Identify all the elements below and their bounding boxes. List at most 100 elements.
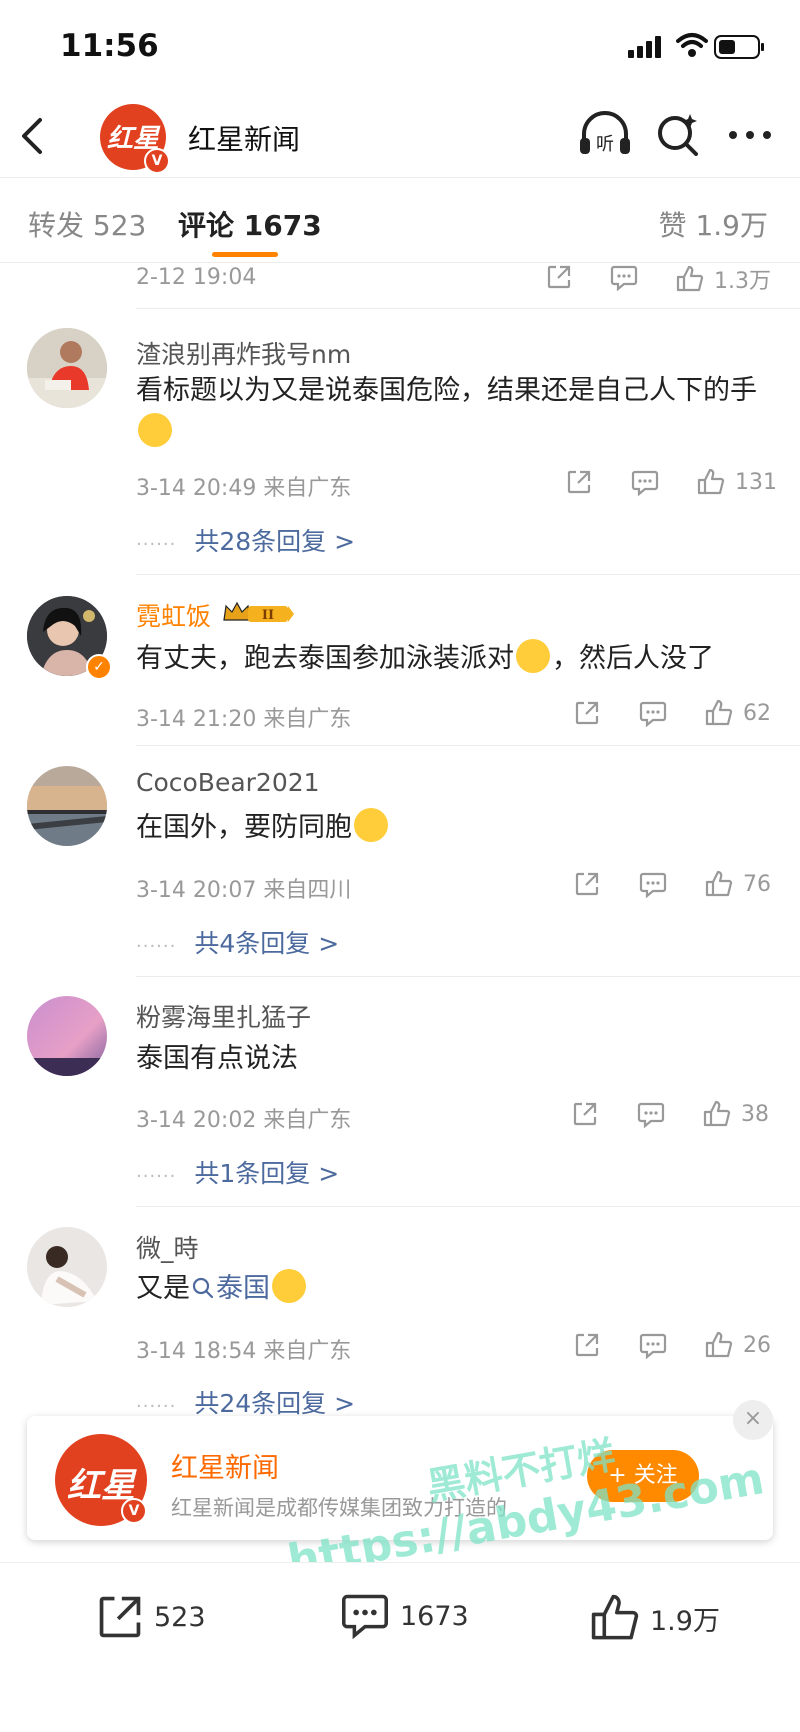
view-replies-link[interactable]: ······ 共4条回复 > xyxy=(136,924,339,960)
tab-comments[interactable]: 评论 1673 xyxy=(178,204,322,244)
comment-text-body: 泰国有点说法 xyxy=(136,1043,298,1074)
like-button[interactable]: 26 xyxy=(705,1331,771,1359)
like-button[interactable]: 131 xyxy=(697,468,777,496)
share-icon[interactable] xyxy=(566,469,592,495)
comment-time: 3-14 20:49 xyxy=(136,476,257,501)
share-icon[interactable] xyxy=(574,1332,600,1358)
tab-bar: 转发 523 评论 1673 赞 1.9万 xyxy=(0,177,800,263)
crying-emoji-icon xyxy=(272,1269,306,1303)
comment-time: 3-14 21:20 xyxy=(136,707,257,732)
verified-badge: V xyxy=(121,1498,147,1524)
replies-count: 共1条回复 > xyxy=(194,1159,340,1188)
user-avatar[interactable] xyxy=(27,996,107,1076)
comment-text-tail: ，然后人没了 xyxy=(552,643,714,674)
comment-time-location: 3-14 18:54 来自广东 xyxy=(136,1333,351,1365)
repost-count: 523 xyxy=(154,1601,206,1633)
share-icon[interactable] xyxy=(546,264,572,290)
comment-text: 在国外，要防同胞 xyxy=(136,807,776,849)
like-button[interactable]: 38 xyxy=(703,1100,769,1128)
avatar-image xyxy=(27,996,107,1076)
vip-level: II xyxy=(262,608,274,623)
more-icon[interactable] xyxy=(728,130,772,140)
account-name[interactable]: 红星新闻 xyxy=(188,118,300,158)
replies-dots: ······ xyxy=(136,1396,177,1417)
status-bar: 11:56 xyxy=(0,0,800,96)
comment-icon[interactable] xyxy=(631,470,659,496)
like-icon xyxy=(591,1594,639,1640)
verified-badge: ✓ xyxy=(86,654,112,680)
comment-time-location: 3-14 20:07 来自四川 xyxy=(136,872,351,904)
active-tab-indicator xyxy=(212,252,278,257)
comment-icon[interactable] xyxy=(610,265,638,291)
like-button[interactable]: 76 xyxy=(705,870,771,898)
user-avatar[interactable] xyxy=(27,1227,107,1307)
like-icon xyxy=(705,870,733,897)
comment-button[interactable]: 1673 xyxy=(340,1593,469,1639)
laughing-tears-emoji-icon xyxy=(354,808,388,842)
view-replies-link[interactable]: ······ 共24条回复 > xyxy=(136,1384,355,1420)
share-icon[interactable] xyxy=(572,1101,598,1127)
like-count: 1.9万 xyxy=(650,1605,720,1637)
headphones-icon[interactable]: 听 xyxy=(578,110,632,158)
comment-icon[interactable] xyxy=(637,1102,665,1128)
repost-button[interactable]: 523 xyxy=(96,1593,206,1641)
comment-time: 3-14 20:02 xyxy=(136,1108,257,1133)
comment-time-location: 3-14 20:49 来自广东 xyxy=(136,470,351,502)
topic-search-link[interactable]: 泰国 xyxy=(190,1273,270,1304)
comment-time-location: 3-14 20:02 来自广东 xyxy=(136,1102,351,1134)
comment-icon[interactable] xyxy=(639,1333,667,1359)
like-count: 131 xyxy=(735,469,777,495)
like-icon xyxy=(676,265,704,292)
avatar-image xyxy=(27,328,107,408)
comment-text: 看标题以为又是说泰国危险，结果还是自己人下的手 xyxy=(136,370,776,454)
like-count: 1.3万 xyxy=(714,269,771,294)
like-button[interactable]: 62 xyxy=(705,699,771,727)
vip-crown-badge: II xyxy=(222,598,296,626)
ad-account-name[interactable]: 红星新闻 xyxy=(171,1446,279,1485)
username[interactable]: 霓虹饭 xyxy=(136,597,211,633)
like-count: 62 xyxy=(743,700,771,726)
like-icon xyxy=(703,1100,731,1127)
search-sparkle-icon[interactable] xyxy=(656,112,700,156)
divider xyxy=(136,574,800,575)
username[interactable]: CocoBear2021 xyxy=(136,768,320,797)
like-icon xyxy=(697,468,725,495)
cellular-signal-icon xyxy=(628,36,661,58)
comment-icon[interactable] xyxy=(639,872,667,898)
back-icon[interactable] xyxy=(18,116,48,156)
share-icon[interactable] xyxy=(574,871,600,897)
user-avatar[interactable] xyxy=(27,766,107,846)
thinking-emoji-icon xyxy=(516,639,550,673)
comment-location: 来自广东 xyxy=(263,476,352,501)
like-button[interactable]: 1.9万 xyxy=(590,1593,720,1643)
user-avatar[interactable] xyxy=(27,328,107,408)
like-button[interactable]: 1.3万 xyxy=(676,263,771,295)
comment-text-body: 又是 xyxy=(136,1273,190,1304)
replies-count: 共28条回复 > xyxy=(194,527,356,556)
account-avatar[interactable]: 红星 V xyxy=(100,104,170,174)
replies-count: 共24条回复 > xyxy=(194,1389,356,1418)
like-icon xyxy=(705,1331,733,1358)
share-icon[interactable] xyxy=(574,700,600,726)
avatar-image xyxy=(27,766,107,846)
username[interactable]: 粉雾海里扎猛子 xyxy=(136,998,311,1034)
battery-icon xyxy=(714,35,764,59)
tab-repost[interactable]: 转发 523 xyxy=(28,204,146,244)
username[interactable]: 渣浪别再炸我号nm xyxy=(136,335,351,371)
comment-location: 来自广东 xyxy=(263,707,352,732)
divider xyxy=(136,745,800,746)
comment-text: 泰国有点说法 xyxy=(136,1038,776,1080)
replies-dots: ······ xyxy=(136,936,177,957)
comment-icon[interactable] xyxy=(639,701,667,727)
ad-account-avatar[interactable]: 红星 V xyxy=(55,1434,147,1526)
replies-count: 共4条回复 > xyxy=(194,929,340,958)
status-time: 11:56 xyxy=(60,28,159,64)
comment-time: 3-14 18:54 xyxy=(136,1339,257,1364)
comment-text: 又是 泰国 xyxy=(136,1268,776,1310)
view-replies-link[interactable]: ······ 共28条回复 > xyxy=(136,522,355,558)
username[interactable]: 微_時 xyxy=(136,1229,199,1265)
comment-location: 来自四川 xyxy=(263,878,352,903)
tab-likes[interactable]: 赞 1.9万 xyxy=(659,204,768,244)
view-replies-link[interactable]: ······ 共1条回复 > xyxy=(136,1154,339,1190)
verified-badge: V xyxy=(144,148,170,174)
